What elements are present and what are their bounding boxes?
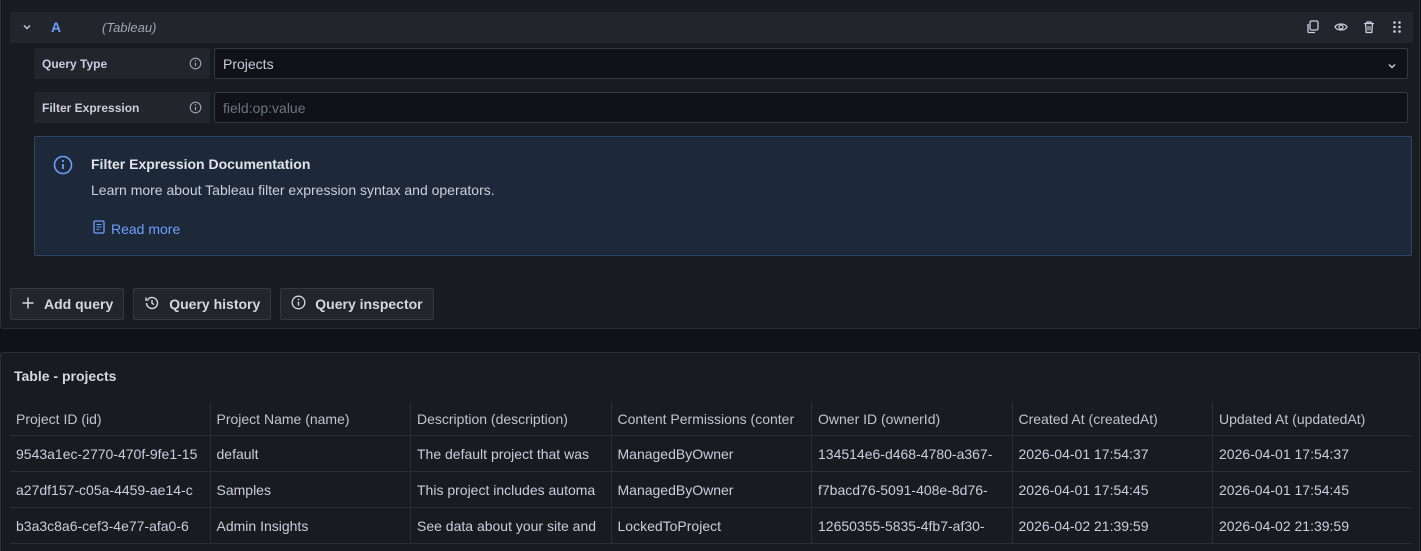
doc-title: Filter Expression Documentation: [91, 156, 311, 172]
table-cell: ManagedByOwner: [612, 436, 812, 471]
query-editor-panel: A (Tableau) Query Type Projects Filter E…: [0, 0, 1420, 329]
table-cell: 2026-04-01 17:54:45: [1219, 481, 1349, 498]
table-row: a27df157-c05a-4459-ae14-c Samples This p…: [10, 472, 1411, 508]
table-cell: 2026-04-01 17:54:37: [1013, 436, 1213, 471]
column-header[interactable]: Created At (createdAt): [1013, 402, 1213, 435]
info-circle-icon: [53, 155, 73, 180]
drag-handle-icon[interactable]: [1389, 19, 1405, 35]
table-cell: LockedToProject: [612, 508, 812, 543]
query-type-value: Projects: [223, 55, 274, 72]
table-cell: This project includes automa: [411, 472, 612, 507]
query-header-actions: [1305, 19, 1405, 35]
query-history-label: Query history: [169, 296, 261, 312]
table-title: Table - projects: [14, 368, 117, 384]
table-cell: 12650355-5835-4fb7-af30-: [812, 508, 1013, 543]
table-cell: See data about your site and: [411, 508, 612, 543]
add-query-button[interactable]: Add query: [10, 288, 125, 320]
eye-icon[interactable]: [1333, 19, 1349, 35]
query-ref-id[interactable]: A: [51, 19, 61, 35]
query-inspector-label: Query inspector: [315, 296, 423, 312]
query-row-header: A (Tableau): [10, 12, 1413, 43]
history-icon: [144, 295, 160, 314]
table-cell: 2026-04-02 21:39:59: [1013, 508, 1213, 543]
table-cell: default: [211, 436, 411, 471]
query-history-button[interactable]: Query history: [133, 288, 272, 320]
read-more-text: Read more: [111, 220, 181, 237]
filter-documentation-alert: Filter Expression Documentation Learn mo…: [34, 136, 1412, 256]
read-more-link[interactable]: Read more: [93, 220, 180, 237]
table-cell: ManagedByOwner: [612, 472, 812, 507]
info-icon[interactable]: [189, 101, 202, 114]
query-type-select[interactable]: Projects: [214, 48, 1408, 79]
table-cell: 2026-04-01 17:54:45: [1013, 472, 1213, 507]
query-type-label: Query Type: [34, 48, 210, 79]
table-cell: 2026-04-02 21:39:59: [1219, 517, 1349, 534]
info-circle-icon: [291, 295, 306, 313]
duplicate-icon[interactable]: [1305, 19, 1321, 35]
info-icon[interactable]: [189, 57, 202, 70]
table-cell: The default project that was: [411, 436, 612, 471]
query-inspector-button[interactable]: Query inspector: [280, 288, 434, 320]
column-header[interactable]: Updated At (updatedAt): [1213, 402, 1414, 435]
add-query-label: Add query: [44, 296, 114, 312]
filter-expression-input[interactable]: field:op:value: [214, 92, 1408, 123]
results-table: Project ID (id) Project Name (name) Desc…: [10, 402, 1411, 544]
collapse-chevron-icon[interactable]: [20, 20, 34, 34]
column-header[interactable]: Project Name (name): [211, 402, 411, 435]
table-cell: 134514e6-d468-4780-a367-: [812, 436, 1013, 471]
table-cell: Samples: [211, 472, 411, 507]
plus-icon: [21, 296, 35, 313]
column-header[interactable]: Description (description): [411, 402, 612, 435]
table-cell: f7bacd76-5091-408e-8d76-: [812, 472, 1013, 507]
filter-expression-label-text: Filter Expression: [42, 100, 140, 115]
query-type-label-text: Query Type: [42, 56, 108, 71]
document-icon: [93, 220, 105, 237]
table-cell: 2026-04-01 17:54:37: [1219, 445, 1349, 462]
table-cell: a27df157-c05a-4459-ae14-c: [10, 472, 211, 507]
datasource-name: (Tableau): [102, 20, 157, 35]
trash-icon[interactable]: [1361, 19, 1377, 35]
filter-expression-label: Filter Expression: [34, 92, 210, 123]
table-header-row: Project ID (id) Project Name (name) Desc…: [10, 402, 1411, 436]
column-header[interactable]: Content Permissions (conter: [612, 402, 812, 435]
table-cell: Admin Insights: [211, 508, 411, 543]
query-actions-row: Add query Query history Query inspector: [10, 288, 434, 320]
column-header[interactable]: Project ID (id): [10, 402, 211, 435]
column-header[interactable]: Owner ID (ownerId): [812, 402, 1013, 435]
table-cell: b3a3c8a6-cef3-4e77-afa0-6: [10, 508, 211, 543]
table-row: b3a3c8a6-cef3-4e77-afa0-6 Admin Insights…: [10, 508, 1411, 544]
doc-description: Learn more about Tableau filter expressi…: [91, 182, 495, 198]
chevron-down-icon: [1387, 58, 1397, 74]
filter-expression-placeholder: field:op:value: [223, 99, 306, 116]
table-row: 9543a1ec-2770-470f-9fe1-15 default The d…: [10, 436, 1411, 472]
table-cell: 9543a1ec-2770-470f-9fe1-15: [10, 436, 211, 471]
table-panel: Table - projects Project ID (id) Project…: [0, 352, 1420, 551]
